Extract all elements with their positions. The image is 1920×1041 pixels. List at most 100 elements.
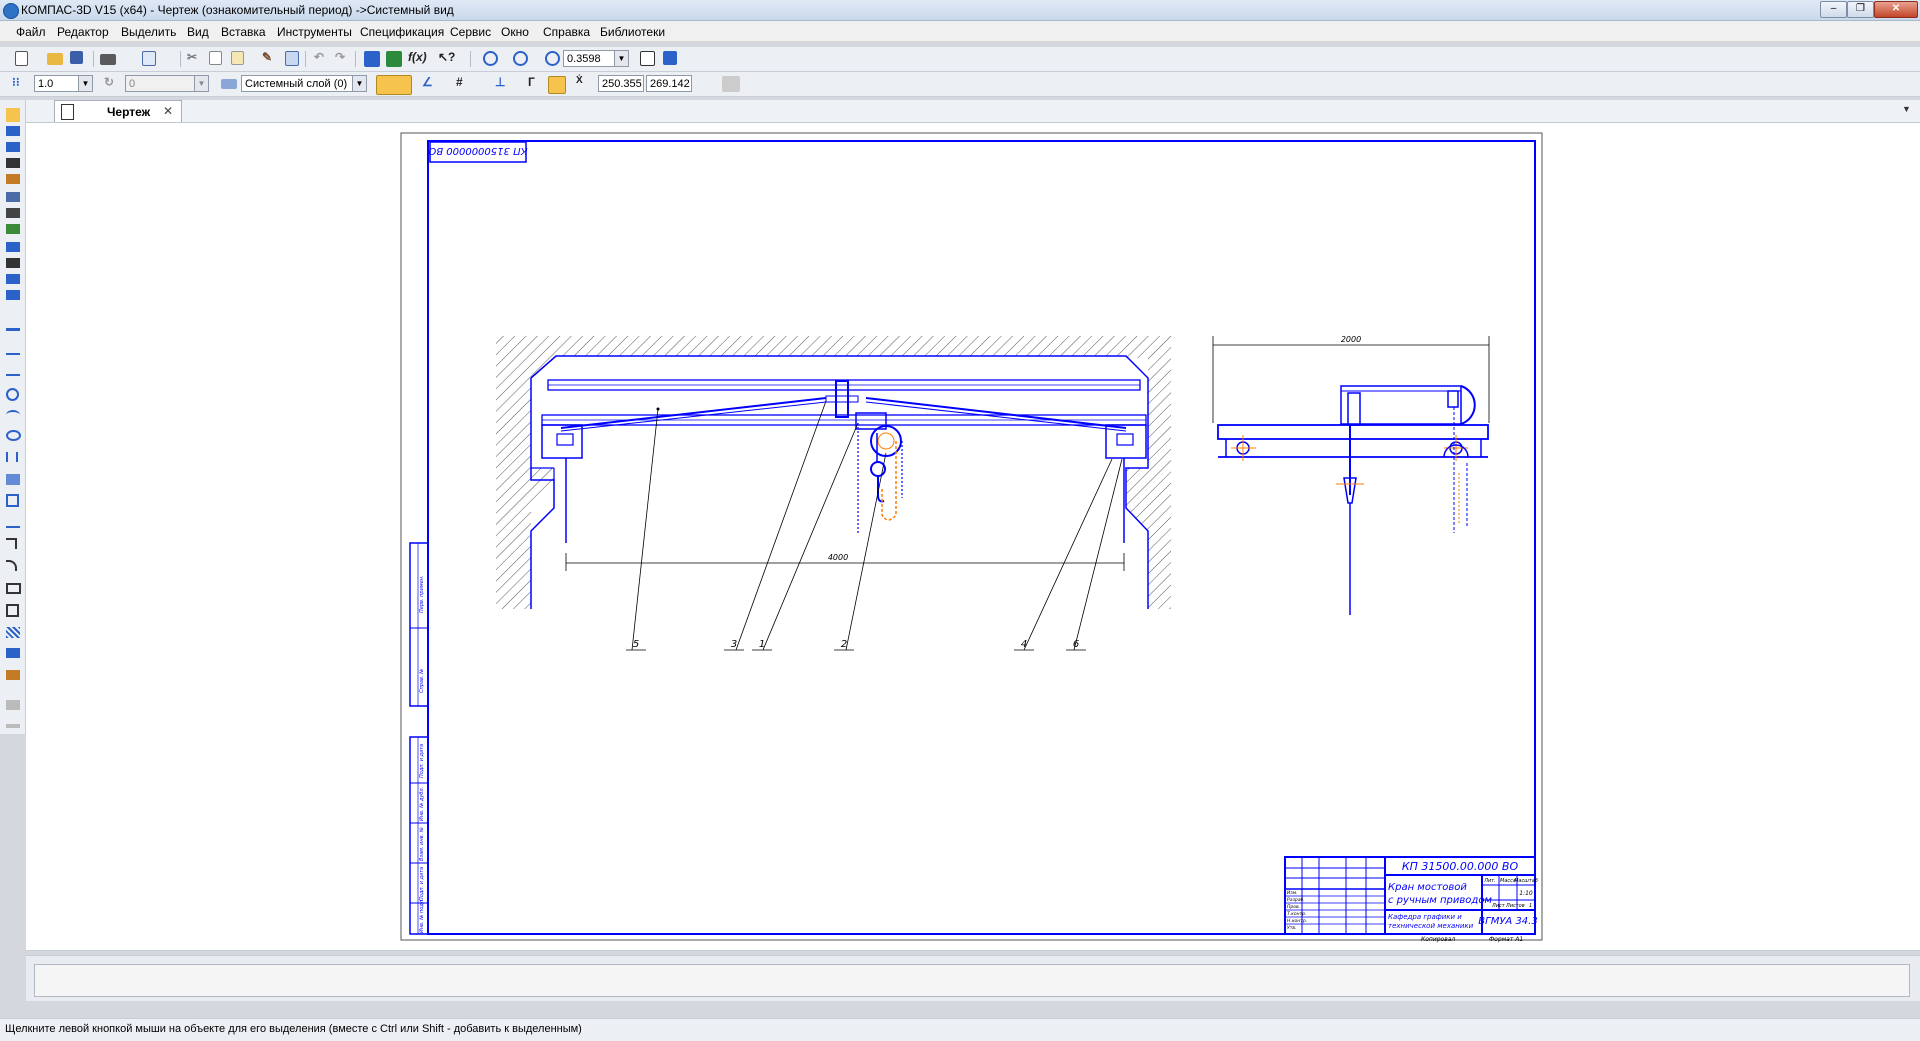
sheet-metal-icon[interactable] <box>6 290 20 300</box>
callout-4: 4 <box>1021 639 1027 650</box>
minimize-button[interactable]: – <box>1820 1 1847 18</box>
manager-icon[interactable] <box>364 51 380 67</box>
print-icon[interactable] <box>100 54 116 65</box>
rectangle-icon[interactable] <box>6 583 21 594</box>
paste-icon[interactable] <box>231 51 244 65</box>
symbols-icon[interactable] <box>6 142 20 152</box>
chevron-down-icon[interactable]: ▼ <box>352 76 366 91</box>
open-folder-icon[interactable] <box>47 53 63 65</box>
restore-button[interactable]: ❐ <box>1847 1 1874 18</box>
chevron-down-icon[interactable]: ▼ <box>194 76 208 91</box>
copy-icon[interactable] <box>209 51 222 65</box>
help-pointer-icon[interactable]: ↖? <box>438 50 455 64</box>
parametric-mode-icon[interactable] <box>548 76 566 94</box>
redraw-icon[interactable] <box>663 51 677 65</box>
fill-icon[interactable] <box>6 648 20 658</box>
properties-icon[interactable] <box>285 51 299 66</box>
coord-y-field[interactable]: 269.142 <box>646 75 692 92</box>
layers-icon[interactable] <box>221 79 237 89</box>
menu-libraries[interactable]: Библиотеки <box>600 25 665 39</box>
polyline-icon[interactable] <box>6 474 20 485</box>
tab-close-icon[interactable]: ✕ <box>163 104 173 118</box>
format-brush-icon[interactable]: ✎ <box>262 50 272 64</box>
drawing-sheet[interactable]: КП 3150000000 ВО Перв. примен. Справ. № … <box>26 123 1920 950</box>
redo-icon[interactable]: ↷ <box>335 50 345 64</box>
command-input-area[interactable] <box>34 964 1910 997</box>
fillet-icon[interactable] <box>6 560 17 571</box>
library-manager-icon[interactable] <box>386 51 402 67</box>
variables-icon[interactable]: f(x) <box>408 50 427 64</box>
zoom-window-icon[interactable] <box>483 51 498 66</box>
nurbs-icon[interactable] <box>6 494 19 507</box>
close-window-button[interactable]: ✕ <box>1874 1 1918 18</box>
segment-icon[interactable] <box>6 366 20 376</box>
menu-help[interactable]: Справка <box>543 25 590 39</box>
menu-specification[interactable]: Спецификация <box>360 25 444 39</box>
current-state-toolbar: ⁝⁝ 1.0 ▼ ↻ 0 ▼ Системный слой (0) ▼ ∠ # … <box>0 72 1920 97</box>
associative-views-icon[interactable] <box>6 224 20 234</box>
menu-tools[interactable]: Инструменты <box>277 25 352 39</box>
tab-list-chevron-icon[interactable]: ▼ <box>1902 104 1911 114</box>
callout-1: 1 <box>759 639 765 650</box>
step-angle-value: 0 <box>129 78 136 90</box>
drawing-canvas[interactable]: КП 3150000000 ВО Перв. примен. Справ. № … <box>26 123 1920 951</box>
menu-select[interactable]: Выделить <box>121 25 176 39</box>
tb-row-checked: Пров. <box>1287 904 1300 910</box>
title-doc-code: КП 31500.00.000 ВО <box>1402 860 1519 873</box>
undo-icon[interactable]: ↶ <box>314 50 324 64</box>
menu-insert[interactable]: Вставка <box>221 25 266 39</box>
reports-icon[interactable] <box>6 258 20 268</box>
auxiliary-line-icon[interactable] <box>6 345 20 355</box>
insert-icon[interactable] <box>6 274 20 284</box>
geometry-icon[interactable] <box>6 108 20 122</box>
refresh-view-icon[interactable] <box>640 51 655 66</box>
edit-icon[interactable] <box>6 158 20 168</box>
menu-window[interactable]: Окно <box>501 25 529 39</box>
properties-panel <box>26 955 1920 1001</box>
new-document-icon[interactable] <box>15 51 28 66</box>
snap-magnet-icon[interactable] <box>376 75 412 95</box>
title-format: Формат А1 <box>1489 936 1523 943</box>
tab-drawing[interactable]: Чертеж ✕ <box>54 100 182 122</box>
hatch-icon[interactable] <box>6 627 20 638</box>
circle-icon[interactable] <box>6 388 19 401</box>
local-cs-icon[interactable]: ∠ <box>422 75 433 89</box>
round-icon[interactable]: Г <box>528 75 535 89</box>
line-scale-combobox[interactable]: 1.0 ▼ <box>34 75 93 92</box>
menu-view[interactable]: Вид <box>187 25 209 39</box>
coord-x-field[interactable]: 250.355 <box>598 75 644 92</box>
polygon-icon[interactable] <box>6 604 19 617</box>
layer-combobox[interactable]: Системный слой (0) ▼ <box>241 75 367 92</box>
print-preview-icon[interactable] <box>142 51 156 66</box>
coord-y-value: 269.142 <box>650 78 690 90</box>
arc-icon[interactable] <box>6 410 20 420</box>
chevron-down-icon[interactable]: ▼ <box>614 51 628 66</box>
zoom-combobox[interactable]: 0.3598 ▼ <box>563 50 629 67</box>
ellipse-icon[interactable] <box>6 430 21 441</box>
select-icon[interactable] <box>6 208 20 218</box>
kompas-app-icon <box>3 3 19 19</box>
title-lit-label: Лит. <box>1483 878 1496 884</box>
cut-icon[interactable]: ✂ <box>187 50 197 64</box>
spline-icon[interactable] <box>6 452 18 462</box>
chamfer-icon[interactable] <box>6 538 17 549</box>
layer-value: Системный слой (0) <box>245 78 348 90</box>
menu-editor[interactable]: Редактор <box>57 25 109 39</box>
point-icon[interactable] <box>6 322 20 331</box>
param-icon[interactable] <box>6 174 20 184</box>
title-name-line2: с ручным приводом <box>1388 895 1492 906</box>
measure-icon[interactable] <box>6 192 20 202</box>
save-icon[interactable] <box>70 51 83 64</box>
ortho-icon[interactable]: ⊥ <box>495 75 505 89</box>
spec-icon[interactable] <box>6 242 20 252</box>
chevron-down-icon[interactable]: ▼ <box>78 76 92 91</box>
bezier-icon[interactable] <box>6 518 20 528</box>
step-angle-combobox[interactable]: 0 ▼ <box>125 75 209 92</box>
menu-service[interactable]: Сервис <box>450 25 491 39</box>
zoom-scale-icon[interactable] <box>545 51 560 66</box>
zoom-all-icon[interactable] <box>513 51 528 66</box>
grid-icon[interactable]: # <box>456 75 463 89</box>
equidistant-icon[interactable] <box>6 670 20 680</box>
menu-file[interactable]: Файл <box>16 25 46 39</box>
dimensions-icon[interactable] <box>6 126 20 136</box>
